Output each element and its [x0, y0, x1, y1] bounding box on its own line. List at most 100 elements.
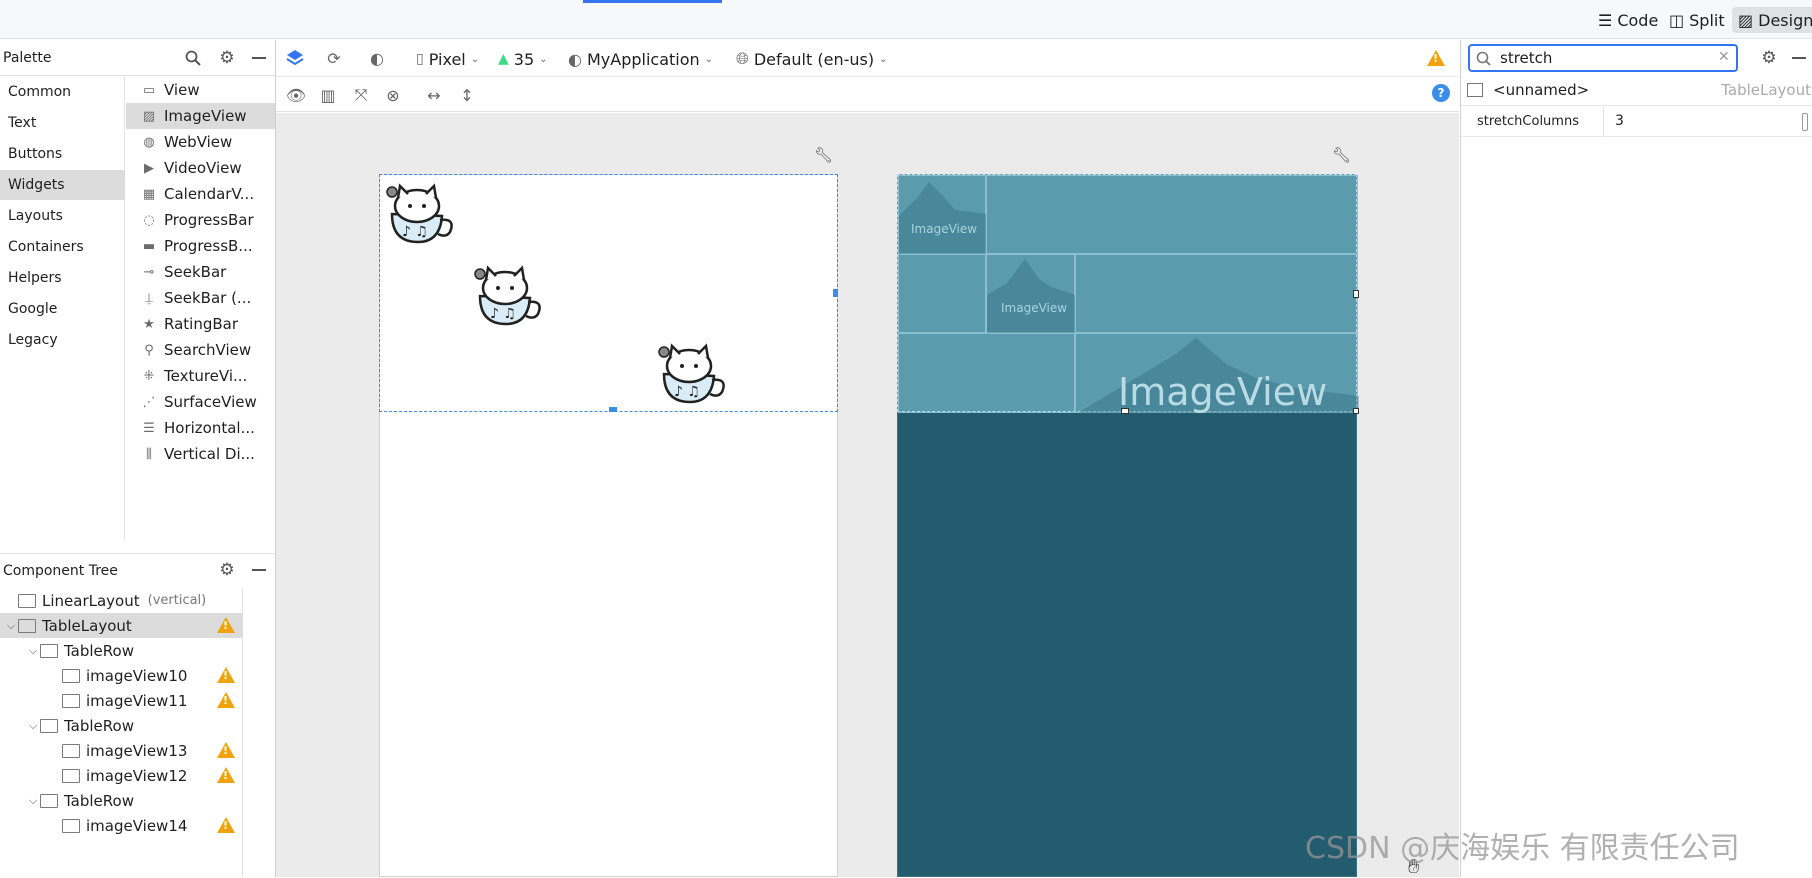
- help-icon[interactable]: ?: [1432, 84, 1450, 102]
- locale-selector[interactable]: 🌐︎ Default (en-us) ⌄: [736, 49, 887, 69]
- gear-icon[interactable]: ⚙: [1759, 48, 1779, 68]
- palette-widget-item[interactable]: ▭ View: [126, 77, 275, 103]
- palette-widget-item[interactable]: ▨ ImageView: [126, 103, 275, 129]
- image-view-cat-1[interactable]: ♪ ♫: [382, 176, 460, 248]
- tree-item[interactable]: imageView10: [0, 663, 243, 688]
- resize-handle[interactable]: [609, 407, 617, 412]
- palette-widget-item[interactable]: ★ RatingBar: [126, 311, 275, 337]
- chevron-down-icon: ⌄: [470, 53, 480, 65]
- night-mode-icon[interactable]: ◐: [366, 47, 388, 69]
- watermark-text: CSDN @庆海娱乐 有限责任公司: [1305, 831, 1740, 866]
- image-icon: [62, 818, 80, 833]
- theme-selector[interactable]: ◐ MyApplication ⌄: [568, 49, 713, 69]
- image-view-cat-3[interactable]: ♪ ♫: [654, 336, 732, 408]
- palette-widget-item[interactable]: ▶ VideoView: [126, 155, 275, 181]
- palette-widget-item[interactable]: ⍊ SeekBar (...: [126, 285, 275, 311]
- palette-category-helpers[interactable]: Helpers: [0, 263, 125, 293]
- design-view-button[interactable]: ▨ Design: [1732, 7, 1812, 33]
- palette-category-common[interactable]: Common: [0, 77, 125, 107]
- palette-widget-item[interactable]: ⋰ SurfaceView: [126, 389, 275, 415]
- minimize-icon[interactable]: [249, 560, 269, 580]
- palette-widget-item[interactable]: ⫼ Vertical Di...: [126, 441, 275, 467]
- tree-item[interactable]: ⌵ TableRow: [0, 788, 243, 813]
- blueprint-cell: [898, 333, 1075, 413]
- palette-widget-label: TextureVi...: [164, 367, 248, 385]
- clear-icon[interactable]: ✕: [1718, 49, 1730, 65]
- palette-category-widgets[interactable]: Widgets: [0, 170, 125, 200]
- warning-icon[interactable]: [217, 692, 235, 708]
- tree-item-label: TableRow: [64, 791, 134, 810]
- gear-icon[interactable]: ⚙: [217, 560, 237, 580]
- palette-widget-item[interactable]: ⚲ SearchView: [126, 337, 275, 363]
- palette-widget-label: SeekBar (...: [164, 289, 252, 307]
- clear-constraints-icon[interactable]: ⊗: [382, 84, 404, 106]
- gear-icon[interactable]: ⚙: [217, 48, 237, 68]
- palette-category-text[interactable]: Text: [0, 108, 125, 138]
- linear-layout-icon: [18, 593, 36, 608]
- palette-widget-item[interactable]: ⊸ SeekBar: [126, 259, 275, 285]
- attribute-picker-button[interactable]: [1802, 113, 1808, 131]
- attribute-search-box[interactable]: ✕: [1468, 44, 1738, 72]
- tree-item[interactable]: imageView12: [0, 763, 243, 788]
- resize-handle[interactable]: [1121, 408, 1129, 414]
- attribute-search-input[interactable]: [1500, 48, 1700, 68]
- palette-category-containers[interactable]: Containers: [0, 232, 125, 262]
- search-icon[interactable]: [183, 48, 203, 68]
- attribute-value-field[interactable]: 3: [1615, 113, 1624, 129]
- tree-item[interactable]: imageView14: [0, 813, 243, 838]
- warning-icon[interactable]: [217, 742, 235, 758]
- api-level-selector[interactable]: ▲ 35 ⌄: [498, 49, 548, 69]
- eye-icon[interactable]: 👁︎: [285, 84, 307, 106]
- palette-category-google[interactable]: Google: [0, 294, 125, 324]
- tree-item-label: TableRow: [64, 716, 134, 735]
- palette-widget-item[interactable]: ☰ Horizontal...: [126, 415, 275, 441]
- palette-widget-item[interactable]: ◌ ProgressBar: [126, 207, 275, 233]
- palette-category-layouts[interactable]: Layouts: [0, 201, 125, 231]
- tree-item-label: imageView11: [86, 691, 188, 710]
- locale-label: Default (en-us): [753, 49, 875, 69]
- component-type: TableLayout: [1721, 81, 1811, 99]
- resize-handle[interactable]: [1353, 290, 1359, 298]
- palette-category-buttons[interactable]: Buttons: [0, 139, 125, 169]
- resize-handle[interactable]: [833, 289, 838, 297]
- minimize-icon[interactable]: [249, 48, 269, 68]
- image-view-cat-2[interactable]: ♪ ♫: [470, 258, 548, 330]
- blueprint-table-layout[interactable]: ImageView ImageView ImageView: [897, 174, 1359, 414]
- palette-widget-item[interactable]: ⁜ TextureVi...: [126, 363, 275, 389]
- warning-icon[interactable]: [1427, 50, 1445, 66]
- device-selector[interactable]: ▯ Pixel ⌄: [416, 49, 479, 69]
- image-view-label: ImageView: [1118, 370, 1328, 414]
- expand-vertical-icon[interactable]: ↕: [456, 84, 478, 106]
- palette-widget-item[interactable]: ▬ ProgressB...: [126, 233, 275, 259]
- margins-icon[interactable]: ▥: [317, 84, 339, 106]
- layers-icon[interactable]: [284, 47, 306, 69]
- palette-widget-label: SearchView: [164, 341, 252, 359]
- warning-icon[interactable]: [217, 617, 235, 633]
- palette-widget-item[interactable]: ▦ CalendarV...: [126, 181, 275, 207]
- palette-category-legacy[interactable]: Legacy: [0, 325, 125, 355]
- tree-item[interactable]: ⌵ TableRow: [0, 713, 243, 738]
- resize-handle[interactable]: [1353, 408, 1359, 414]
- tree-item[interactable]: ⌵ TableLayout: [0, 613, 243, 638]
- tree-item[interactable]: ⌵ TableRow: [0, 638, 243, 663]
- expand-horizontal-icon[interactable]: ↔: [423, 84, 445, 106]
- warning-icon[interactable]: [217, 767, 235, 783]
- table-layout-icon: [18, 618, 36, 633]
- warning-icon[interactable]: [217, 667, 235, 683]
- minimize-icon[interactable]: [1789, 48, 1809, 68]
- tree-item[interactable]: LinearLayout (vertical): [0, 588, 243, 613]
- attribute-row[interactable]: stretchColumns 3: [1461, 107, 1812, 137]
- tree-item[interactable]: imageView11: [0, 688, 243, 713]
- wrench-icon[interactable]: 🔧︎: [814, 146, 833, 164]
- svg-text:♪ ♫: ♪ ♫: [674, 384, 700, 400]
- split-view-button[interactable]: ◫ Split: [1663, 7, 1731, 33]
- tree-item-label: TableLayout: [42, 616, 132, 635]
- wrench-icon[interactable]: 🔧︎: [1332, 146, 1351, 164]
- mountain-icon: [899, 182, 987, 255]
- warning-icon[interactable]: [217, 817, 235, 833]
- orientation-icon[interactable]: ⟳: [323, 47, 345, 69]
- palette-widget-item[interactable]: ◍ WebView: [126, 129, 275, 155]
- code-view-button[interactable]: ☰ Code: [1592, 7, 1664, 33]
- tree-item[interactable]: imageView13: [0, 738, 243, 763]
- autoconnect-off-icon[interactable]: ⤧: [350, 84, 372, 106]
